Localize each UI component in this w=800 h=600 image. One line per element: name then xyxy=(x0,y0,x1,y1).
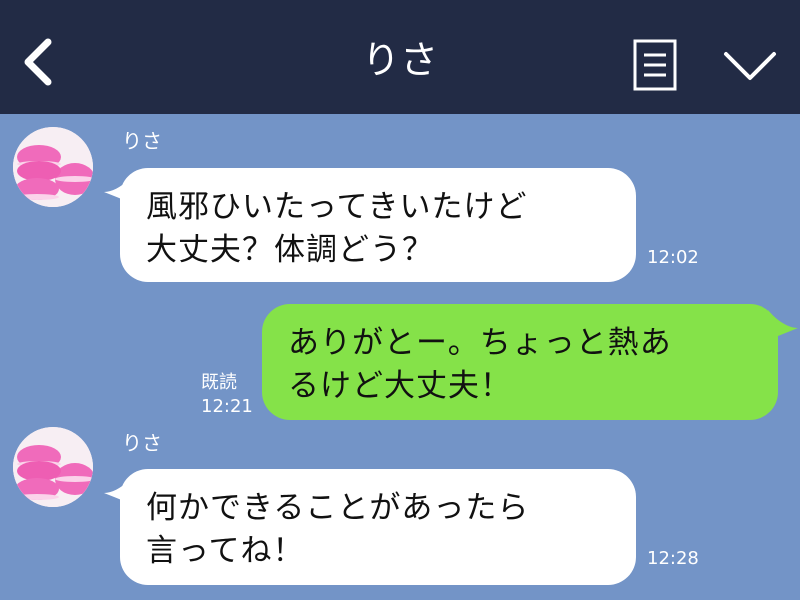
message-time: 12:21 xyxy=(201,396,253,417)
notes-icon xyxy=(633,39,677,91)
dropdown-button[interactable] xyxy=(720,44,780,88)
message-bubble[interactable]: 風邪ひいたってきいたけど 大丈夫？体調どう？ xyxy=(120,168,636,282)
macaron-icon xyxy=(13,427,93,507)
macaron-icon xyxy=(13,127,93,207)
chat-header: りさ xyxy=(0,0,800,114)
sender-name: りさ xyxy=(122,129,162,153)
avatar[interactable] xyxy=(13,427,93,507)
chat-area[interactable]: りさ 風邪ひいたってきいたけど 大丈夫？体調どう？ 12:02 既読 12:21… xyxy=(0,114,800,600)
chevron-left-icon xyxy=(24,38,52,86)
read-status: 既読 xyxy=(201,372,237,393)
back-button[interactable] xyxy=(12,30,64,94)
chat-title: りさ xyxy=(361,38,438,82)
avatar[interactable] xyxy=(13,127,93,207)
chevron-down-icon xyxy=(724,52,776,80)
message-bubble[interactable]: ありがとー。ちょっと熱あ るけど大丈夫！ xyxy=(262,304,778,420)
message-time: 12:28 xyxy=(647,548,699,569)
notes-button[interactable] xyxy=(630,38,680,92)
sender-name: りさ xyxy=(122,431,162,455)
message-time: 12:02 xyxy=(647,247,699,268)
message-bubble[interactable]: 何かできることがあったら 言ってね！ xyxy=(120,469,636,585)
